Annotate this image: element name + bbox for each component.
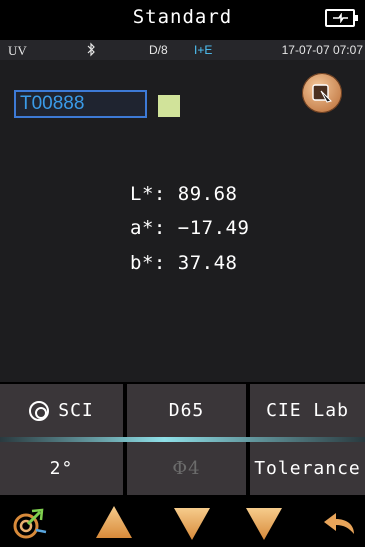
color-space-button-label: CIE Lab — [266, 400, 349, 421]
mode-label: I+E — [194, 43, 213, 57]
status-bar: UV D/8 I+E 17-07-07 07:07 — [0, 40, 365, 60]
sci-button[interactable]: SCI — [0, 384, 123, 437]
arrow-down-icon[interactable] — [242, 502, 286, 542]
title-bar: Standard — [0, 0, 365, 40]
b-value: b*: 37.48 — [130, 252, 238, 274]
tolerance-button[interactable]: Tolerance — [250, 442, 365, 495]
a-value: a*: −17.49 — [130, 217, 250, 239]
arrow-up-icon[interactable] — [92, 502, 136, 542]
sample-name-field[interactable]: T00888 — [14, 90, 147, 118]
arrow-down-icon[interactable] — [170, 502, 214, 542]
datetime-label: 17-07-07 07:07 — [281, 43, 363, 57]
phi4-button: Φ4 — [127, 442, 246, 495]
observer-button-label: 2° — [49, 458, 74, 479]
print-button[interactable] — [302, 73, 342, 113]
light-source-label: UV — [8, 43, 27, 58]
geometry-label: D/8 — [149, 43, 168, 57]
bottom-navigation — [0, 497, 365, 547]
sci-button-label: SCI — [58, 400, 94, 421]
target-measure-icon[interactable] — [8, 502, 52, 542]
color-swatch — [158, 95, 180, 117]
phi4-button-label: Φ4 — [172, 458, 201, 479]
page-title: Standard — [132, 6, 233, 28]
illuminant-button[interactable]: D65 — [127, 384, 246, 437]
color-space-button[interactable]: CIE Lab — [250, 384, 365, 437]
bluetooth-icon — [87, 42, 95, 57]
observer-button[interactable]: 2° — [0, 442, 123, 495]
battery-charging-icon — [325, 9, 358, 27]
sci-mode-icon — [29, 400, 50, 421]
back-arrow-icon[interactable] — [318, 502, 362, 542]
tolerance-button-label: Tolerance — [254, 458, 361, 479]
l-value: L*: 89.68 — [130, 183, 238, 205]
illuminant-button-label: D65 — [168, 400, 205, 421]
print-icon — [312, 84, 332, 103]
